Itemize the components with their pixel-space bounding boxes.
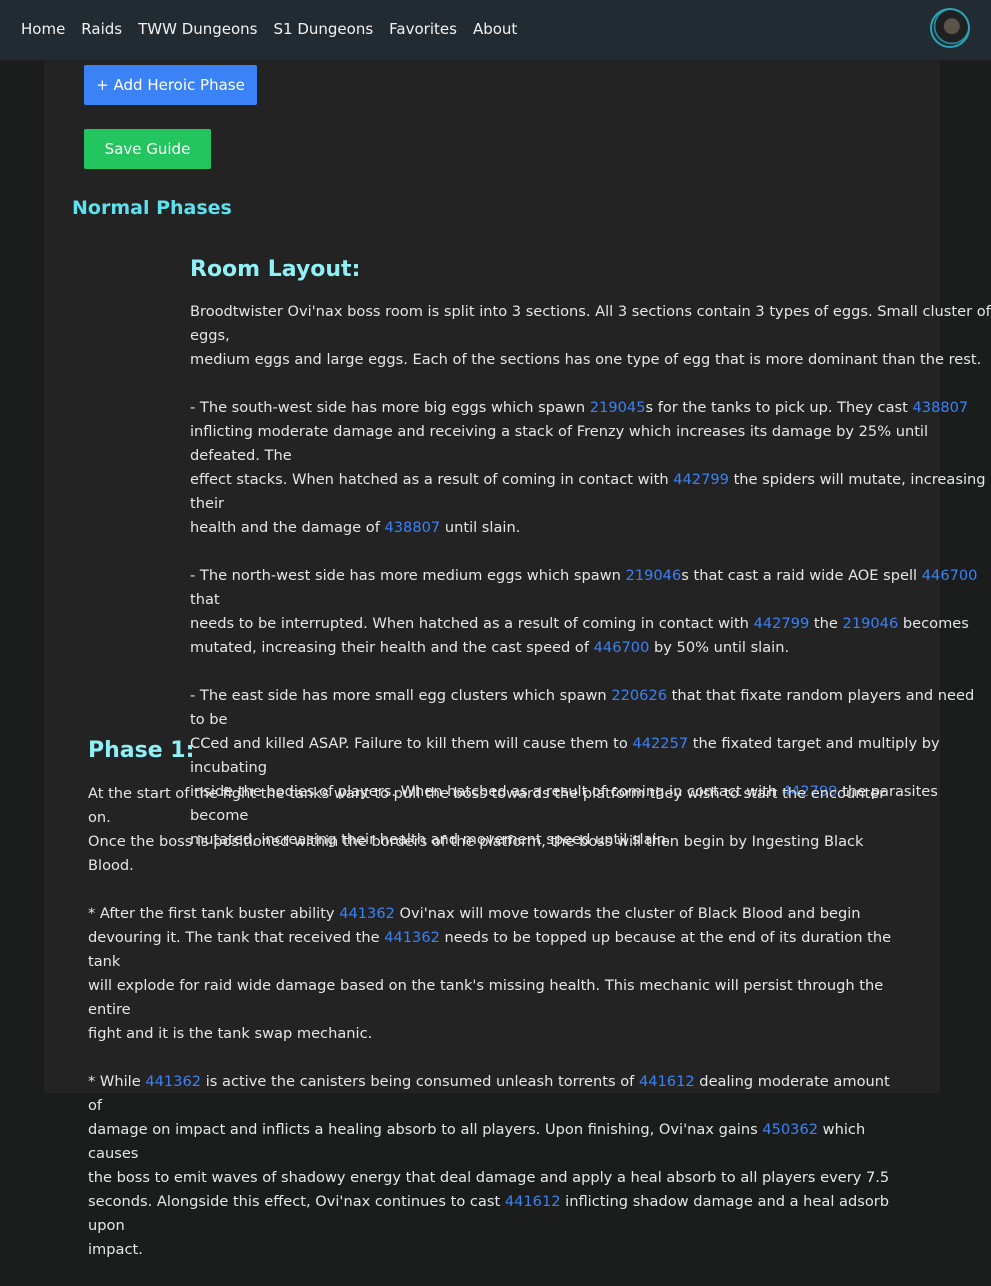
north-west-paragraph: - The north-west side has more medium eg…: [190, 564, 991, 660]
text-line: inflicting moderate damage and receiving…: [190, 423, 929, 464]
text-line: fight and it is the tank swap mechanic.: [88, 1025, 373, 1042]
phase-1-heading: Phase 1:: [88, 738, 195, 763]
nav-link-home[interactable]: Home: [21, 18, 65, 40]
text-fragment: devouring it. The tank that received the: [88, 929, 385, 946]
spell-link[interactable]: 441362: [384, 929, 440, 946]
text-line: will explode for raid wide damage based …: [88, 977, 884, 1018]
spell-link[interactable]: 441612: [505, 1193, 561, 1210]
text-line: the boss to emit waves of shadowy energy…: [88, 1169, 890, 1186]
text-fragment: is active the canisters being consumed u…: [201, 1073, 639, 1090]
phase-1-text: At the start of the fight the tanks want…: [88, 782, 908, 1286]
nav-link-s1-dungeons[interactable]: S1 Dungeons: [274, 18, 374, 40]
room-layout-intro: Broodtwister Ovi'nax boss room is split …: [190, 300, 991, 372]
south-west-paragraph: - The south-west side has more big eggs …: [190, 396, 991, 540]
nav-links: Home Raids TWW Dungeons S1 Dungeons Favo…: [21, 18, 533, 40]
spell-link[interactable]: 441362: [339, 905, 395, 922]
top-navbar: Home Raids TWW Dungeons S1 Dungeons Favo…: [0, 0, 991, 60]
text-fragment: * After the first tank buster ability: [88, 905, 340, 922]
spell-link[interactable]: 441612: [639, 1073, 695, 1090]
text-fragment: * While: [88, 1073, 146, 1090]
normal-phases-title: Normal Phases: [72, 197, 232, 219]
text-fragment: seconds. Alongside this effect, Ovi'nax …: [88, 1193, 505, 1210]
spell-link[interactable]: 442799: [673, 471, 729, 488]
spell-link[interactable]: 219045: [590, 399, 646, 416]
text-fragment: - The south-west side has more big eggs …: [190, 399, 590, 416]
nav-link-about[interactable]: About: [473, 18, 517, 40]
text-fragment: that: [190, 591, 220, 608]
save-guide-button[interactable]: Save Guide: [84, 129, 211, 169]
add-heroic-phase-button[interactable]: + Add Heroic Phase: [84, 65, 257, 105]
text-fragment: - The east side has more small egg clust…: [190, 687, 612, 704]
spell-link[interactable]: 219046: [843, 615, 899, 632]
text-fragment: CCed and killed ASAP. Failure to kill th…: [190, 735, 633, 752]
text-fragment: health and the damage of: [190, 519, 385, 536]
text-fragment: - The north-west side has more medium eg…: [190, 567, 626, 584]
nav-link-raids[interactable]: Raids: [81, 18, 122, 40]
text-fragment: by 50% until slain.: [649, 639, 790, 656]
text-fragment: damage on impact and inflicts a healing …: [88, 1121, 763, 1138]
text-line: medium eggs and large eggs. Each of the …: [190, 351, 982, 368]
text-fragment: s for the tanks to pick up. They cast: [645, 399, 913, 416]
spell-link[interactable]: 220626: [611, 687, 667, 704]
spell-link[interactable]: 450362: [762, 1121, 818, 1138]
text-fragment: the: [809, 615, 843, 632]
nav-link-favorites[interactable]: Favorites: [389, 18, 457, 40]
text-fragment: until slain.: [440, 519, 521, 536]
text-line: impact.: [88, 1241, 143, 1258]
text-line: Once the boss is positioned within the b…: [88, 833, 864, 874]
text-fragment: s that cast a raid wide AOE spell: [681, 567, 922, 584]
text-line: Broodtwister Ovi'nax boss room is split …: [190, 303, 991, 344]
text-fragment: effect stacks. When hatched as a result …: [190, 471, 674, 488]
spell-link[interactable]: 446700: [922, 567, 978, 584]
phase-1-intro: At the start of the fight the tanks want…: [88, 782, 908, 878]
user-avatar[interactable]: [930, 8, 970, 48]
text-fragment: Ovi'nax will move towards the cluster of…: [394, 905, 861, 922]
text-fragment: needs to be interrupted. When hatched as…: [190, 615, 754, 632]
text-line: At the start of the fight the tanks want…: [88, 785, 886, 826]
tank-buster-paragraph: * After the first tank buster ability 44…: [88, 902, 908, 1046]
spell-link[interactable]: 438807: [384, 519, 440, 536]
spell-link[interactable]: 442799: [754, 615, 810, 632]
spell-link[interactable]: 219046: [626, 567, 682, 584]
text-fragment: becomes: [898, 615, 969, 632]
canisters-paragraph: * While 441362 is active the canisters b…: [88, 1070, 908, 1262]
spell-link[interactable]: 441362: [145, 1073, 201, 1090]
spell-link[interactable]: 442257: [632, 735, 688, 752]
nav-link-tww-dungeons[interactable]: TWW Dungeons: [138, 18, 257, 40]
text-fragment: mutated, increasing their health and the…: [190, 639, 594, 656]
spell-link[interactable]: 438807: [913, 399, 969, 416]
room-layout-heading: Room Layout:: [190, 257, 361, 282]
spell-link[interactable]: 446700: [594, 639, 650, 656]
